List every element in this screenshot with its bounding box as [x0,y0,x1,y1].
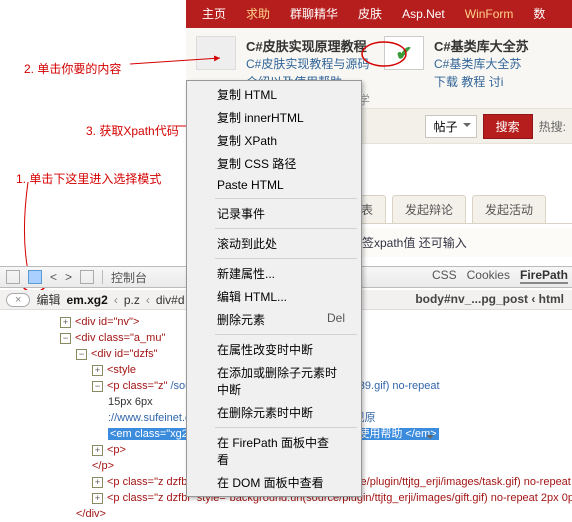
menu-separator [215,228,357,229]
edit-label[interactable]: 编辑 [36,291,60,308]
css-tab[interactable]: CSS [432,268,457,284]
menu-show-dom[interactable]: 在 DOM 面板中查看 [189,471,359,494]
context-menu: 复制 HTML 复制 innerHTML 复制 XPath 复制 CSS 路径 … [186,80,362,497]
menu-separator [215,334,357,335]
menu-copy-xpath[interactable]: 复制 XPath [189,129,359,152]
chevron-right-icon[interactable]: > [65,270,72,284]
menu-copy-innerhtml[interactable]: 复制 innerHTML [189,106,359,129]
menu-separator [215,427,357,428]
side-pane-tabs: CSS Cookies FirePath [432,268,568,284]
menu-copy-html[interactable]: 复制 HTML [189,83,359,106]
bug-icon[interactable] [6,270,20,284]
crumb-div[interactable]: div#d [156,293,185,307]
menu-show-firepath[interactable]: 在 FirePath 面板中查看 [189,431,359,471]
menu-delete[interactable]: 删除元素Del [189,308,359,331]
shortcut-hint: Del [327,311,345,325]
firepath-tab[interactable]: FirePath [520,268,568,284]
crumb-em[interactable]: em.xg2 [66,293,107,307]
firepath-result: body#nv_...pg_post ‹ html [415,292,564,306]
chevron-left-icon[interactable]: < [50,270,57,284]
console-tab[interactable]: 控制台 [111,269,147,286]
menu-scroll-into[interactable]: 滚动到此处 [189,232,359,255]
tab-close-icon[interactable]: × [6,293,30,307]
menu-break-attr[interactable]: 在属性改变时中断 [189,338,359,361]
crumb-pz[interactable]: p.z [124,293,140,307]
menu-separator [215,198,357,199]
menu-paste-html[interactable]: Paste HTML [189,175,359,195]
menu-copy-csspath[interactable]: 复制 CSS 路径 [189,152,359,175]
inspect-icon[interactable] [28,270,42,284]
menu-separator [215,258,357,259]
menu-break-child[interactable]: 在添加或删除子元素时中断 [189,361,359,401]
menu-new-attr[interactable]: 新建属性... [189,262,359,285]
menu-edit-html[interactable]: 编辑 HTML... [189,285,359,308]
menu-break-remove[interactable]: 在删除元素时中断 [189,401,359,424]
menu-log-events[interactable]: 记录事件 [189,202,359,225]
cookies-tab[interactable]: Cookies [467,268,510,284]
tool-icon[interactable] [80,270,94,284]
